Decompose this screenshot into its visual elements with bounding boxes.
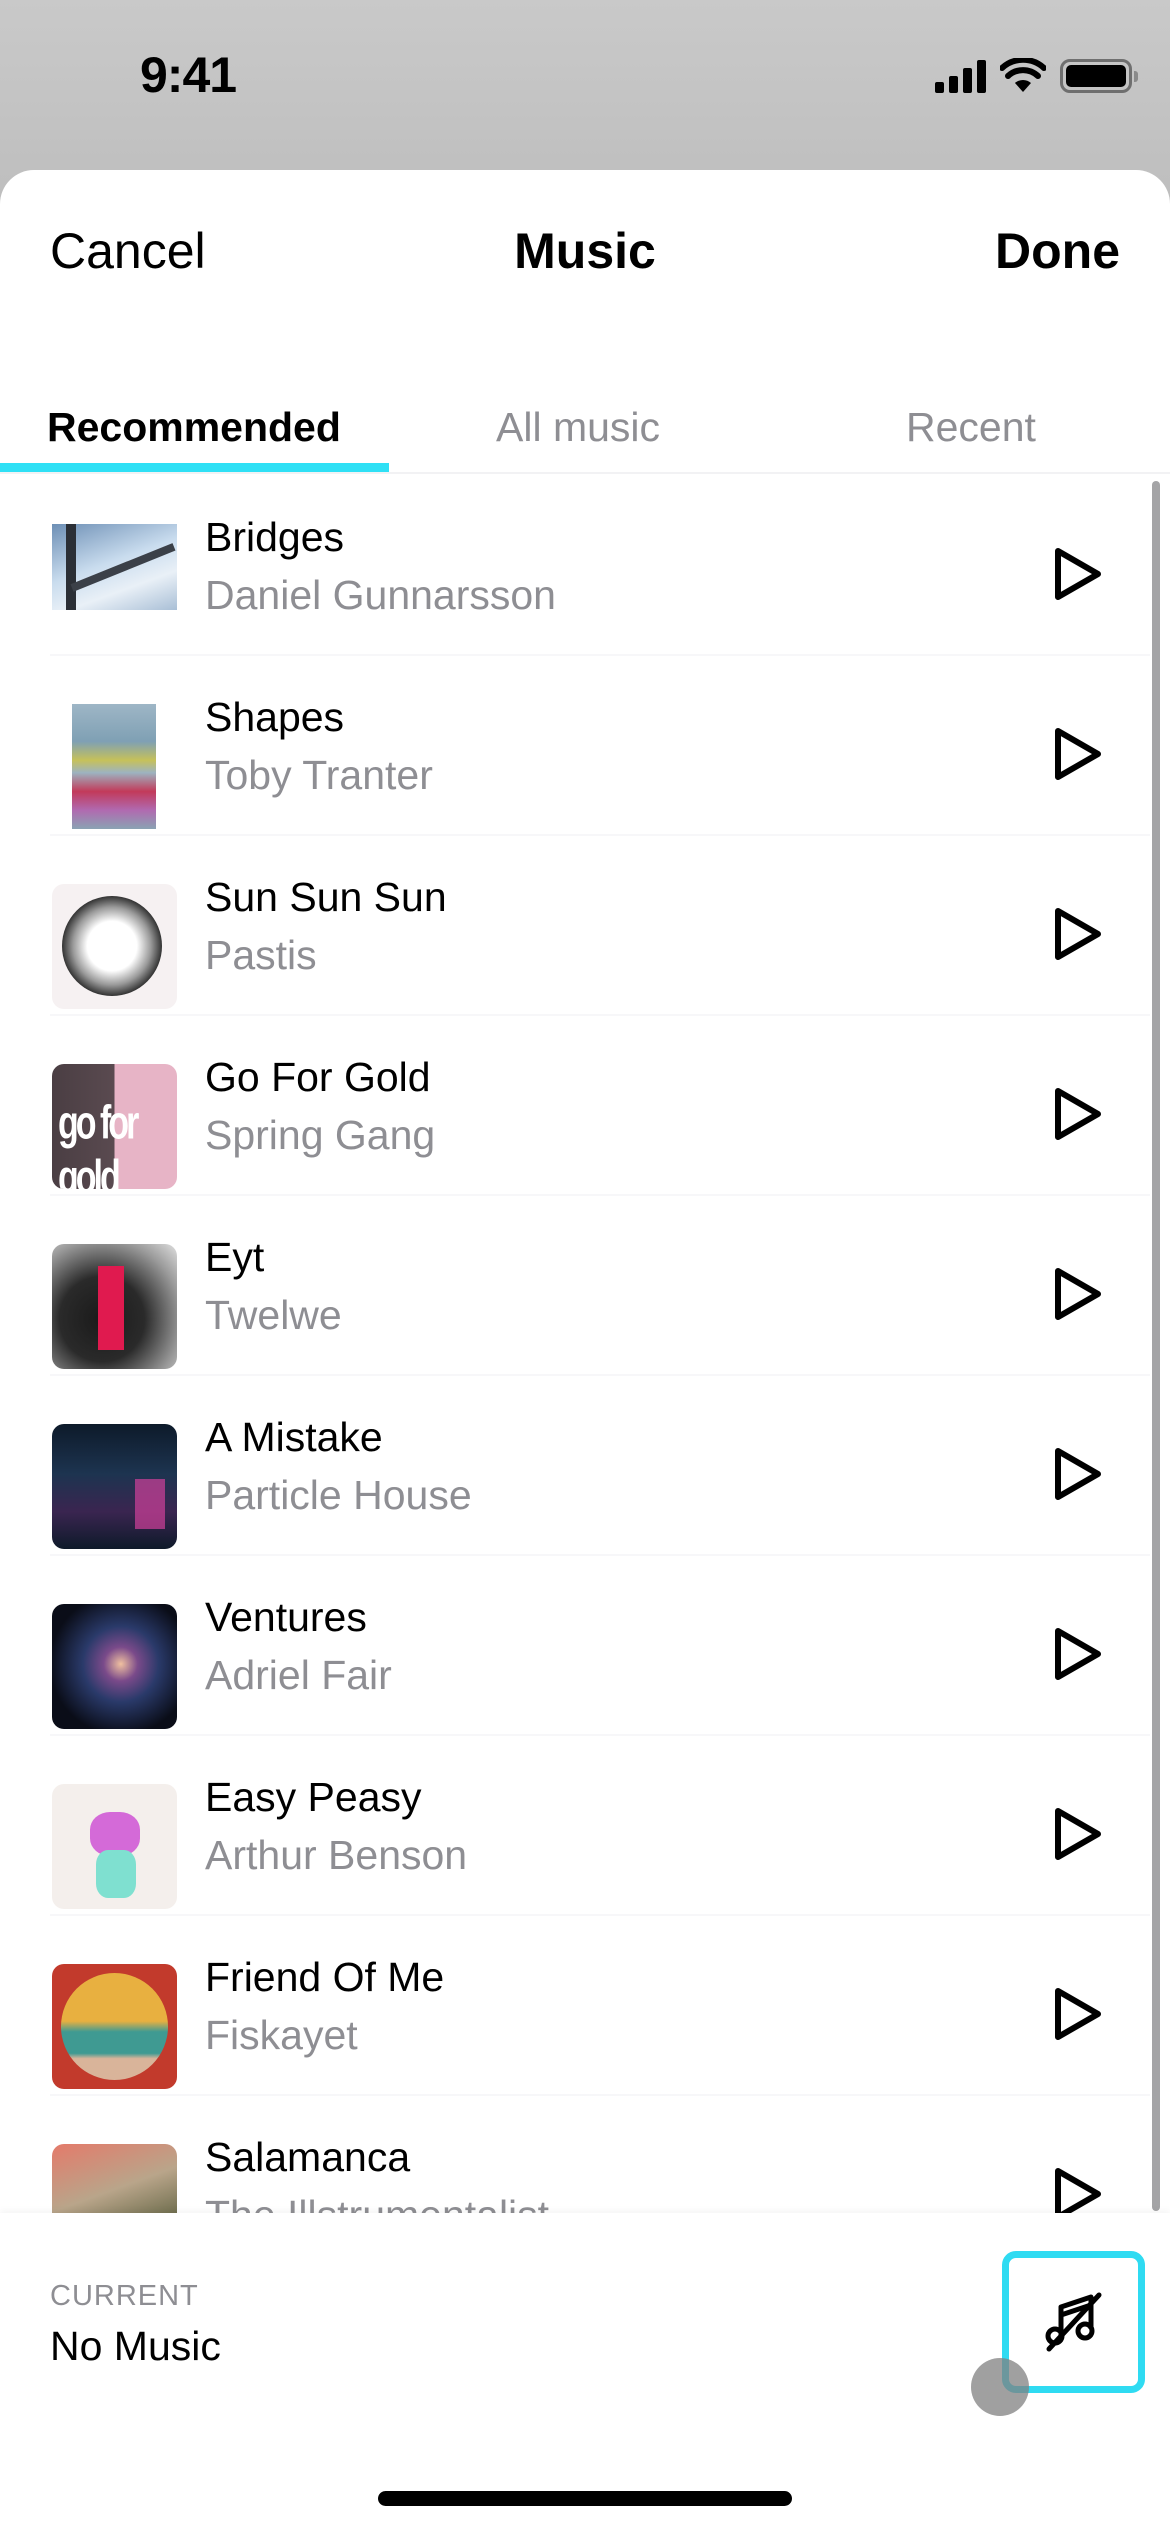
- song-row[interactable]: Shapes Toby Tranter: [0, 656, 1150, 836]
- play-icon[interactable]: [1052, 1266, 1104, 1322]
- song-artist: Twelwe: [205, 1292, 342, 1338]
- play-icon[interactable]: [1052, 2166, 1104, 2213]
- play-icon[interactable]: [1052, 1446, 1104, 1502]
- song-title: A Mistake: [205, 1414, 383, 1460]
- album-art: [52, 1964, 177, 2089]
- play-icon[interactable]: [1052, 1986, 1104, 2042]
- song-row[interactable]: A Mistake Particle House: [0, 1376, 1150, 1556]
- tab-all-music[interactable]: All music: [496, 404, 660, 451]
- play-icon[interactable]: [1052, 906, 1104, 962]
- album-art: [52, 1604, 177, 1729]
- song-row[interactable]: Ventures Adriel Fair: [0, 1556, 1150, 1736]
- song-row[interactable]: Friend Of Me Fiskayet: [0, 1916, 1150, 2096]
- song-title: Ventures: [205, 1594, 367, 1640]
- play-icon[interactable]: [1052, 1086, 1104, 1142]
- list-scrollbar[interactable]: [1152, 481, 1160, 2211]
- song-title: Go For Gold: [205, 1054, 431, 1100]
- album-art: [52, 524, 177, 610]
- song-artist: Toby Tranter: [205, 752, 433, 798]
- song-artist: Spring Gang: [205, 1112, 436, 1158]
- song-title: Bridges: [205, 514, 345, 560]
- song-row[interactable]: go for gold Go For Gold Spring Gang: [0, 1016, 1150, 1196]
- play-icon[interactable]: [1052, 546, 1104, 602]
- touch-indicator: [971, 2358, 1029, 2416]
- album-art: [52, 1424, 177, 1549]
- song-row[interactable]: Eyt Twelwe: [0, 1196, 1150, 1376]
- song-artist: Pastis: [205, 932, 317, 978]
- song-artist: Adriel Fair: [205, 1652, 392, 1698]
- tab-divider: [0, 472, 1170, 474]
- album-art: [52, 884, 177, 1009]
- song-artist: Fiskayet: [205, 2012, 358, 2058]
- song-title: Salamanca: [205, 2134, 411, 2180]
- album-art: [52, 1244, 177, 1369]
- song-title: Shapes: [205, 694, 345, 740]
- album-art: [72, 704, 156, 829]
- song-title: Easy Peasy: [205, 1774, 422, 1820]
- tab-recommended[interactable]: Recommended: [47, 404, 341, 451]
- tab-bar: Recommended All music Recent: [0, 360, 1170, 474]
- song-row[interactable]: Salamanca The Illstrumentalist: [0, 2096, 1150, 2213]
- song-row[interactable]: Easy Peasy Arthur Benson: [0, 1736, 1150, 1916]
- play-icon[interactable]: [1052, 726, 1104, 782]
- tab-recent[interactable]: Recent: [906, 404, 1036, 451]
- home-indicator[interactable]: [378, 2491, 792, 2506]
- current-value: No Music: [50, 2323, 221, 2369]
- done-button[interactable]: Done: [995, 222, 1120, 280]
- song-artist: Arthur Benson: [205, 1832, 468, 1878]
- song-artist: Particle House: [205, 1472, 472, 1518]
- song-title: Sun Sun Sun: [205, 874, 447, 920]
- current-label: CURRENT: [50, 2280, 199, 2312]
- battery-icon: [1060, 59, 1138, 93]
- music-note-slash-icon: [1045, 2292, 1101, 2352]
- album-art: [52, 2144, 177, 2213]
- song-row[interactable]: Sun Sun Sun Pastis: [0, 836, 1150, 1016]
- album-art: [52, 1784, 177, 1909]
- song-title: Eyt: [205, 1234, 265, 1280]
- cellular-signal-icon: [935, 59, 986, 93]
- song-artist: The Illstrumentalist: [205, 2192, 549, 2213]
- play-icon[interactable]: [1052, 1806, 1104, 1862]
- wifi-icon: [1000, 58, 1046, 92]
- play-icon[interactable]: [1052, 1626, 1104, 1682]
- cancel-button[interactable]: Cancel: [50, 222, 206, 280]
- song-row[interactable]: Bridges Daniel Gunnarsson: [0, 476, 1150, 656]
- status-time: 9:41: [140, 47, 237, 103]
- album-art: go for gold: [52, 1064, 177, 1189]
- current-music-bar: CURRENT No Music: [0, 2213, 1170, 2532]
- song-list: Bridges Daniel Gunnarsson Shapes Toby Tr…: [0, 476, 1170, 2213]
- song-artist: Daniel Gunnarsson: [205, 572, 556, 618]
- status-icons: [935, 56, 1138, 96]
- song-title: Friend Of Me: [205, 1954, 445, 2000]
- music-sheet: Cancel Music Done Recommended All music …: [0, 170, 1170, 2532]
